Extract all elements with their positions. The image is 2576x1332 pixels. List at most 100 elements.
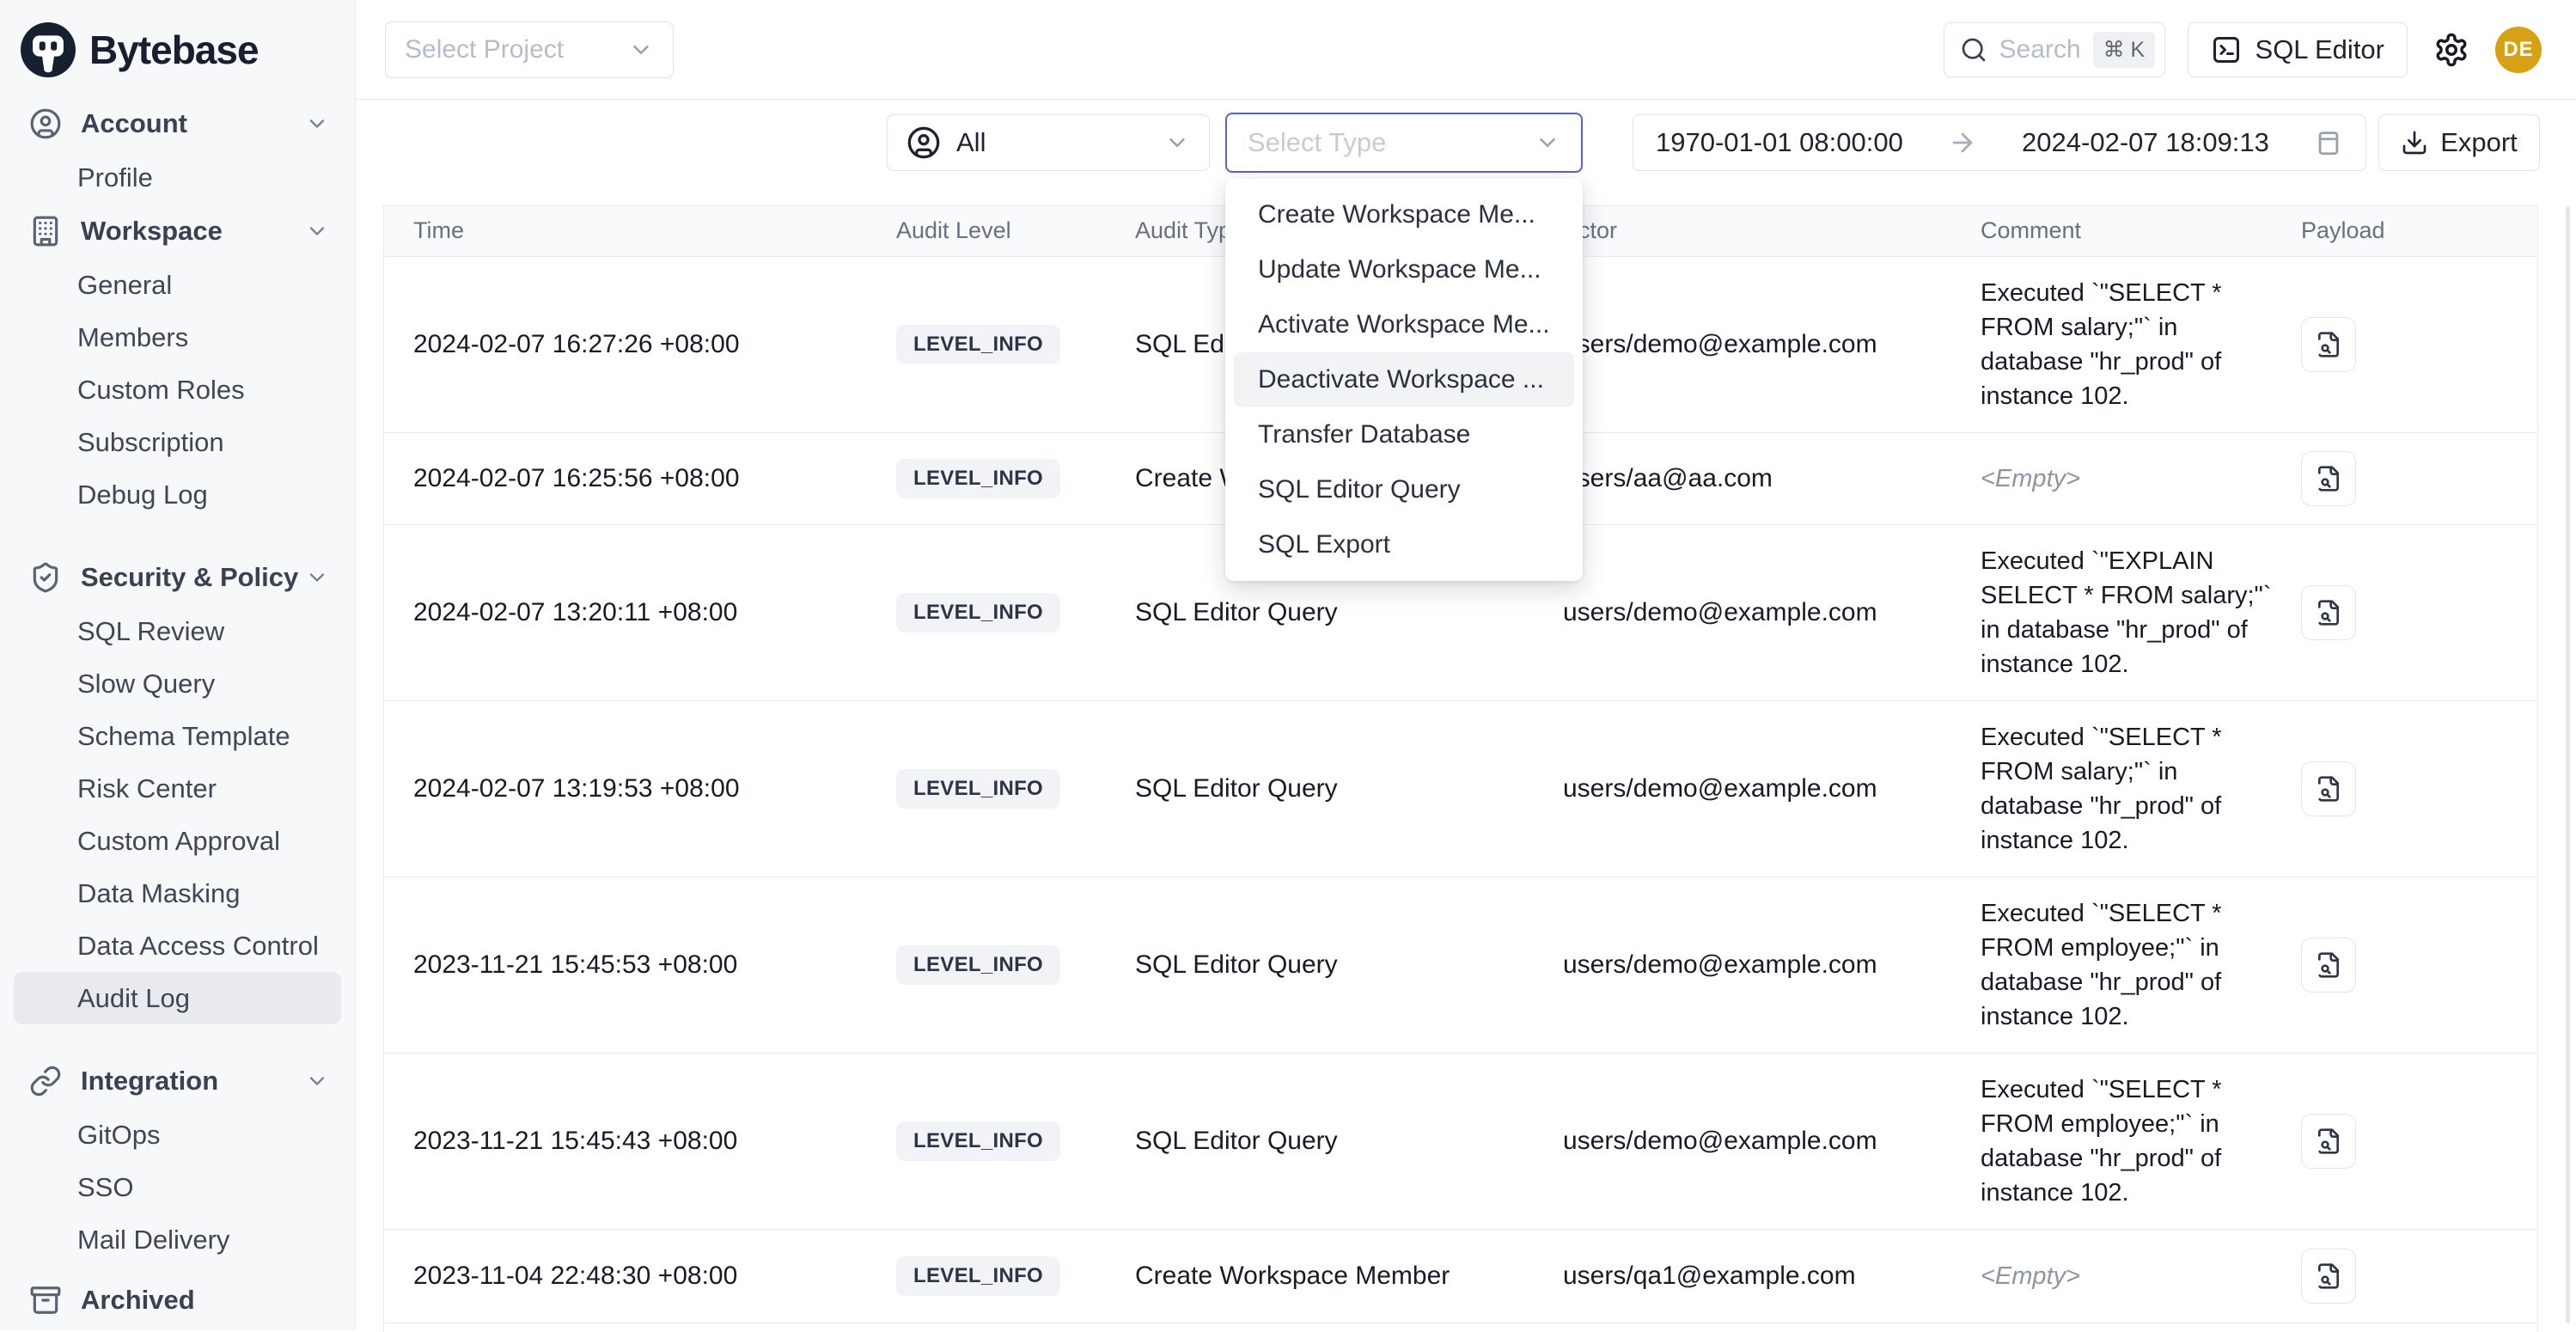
level-badge: LEVEL_INFO — [896, 325, 1060, 364]
audit-level: LEVEL_INFO — [896, 1323, 1135, 1332]
vertical-scrollbar[interactable] — [2566, 206, 2570, 1323]
table-row: 2024-02-07 13:19:53 +08:00 LEVEL_INFO SQ… — [384, 700, 2538, 877]
sidebar-item-debug-log[interactable]: Debug Log — [0, 468, 355, 521]
project-select[interactable]: Select Project — [385, 21, 674, 78]
sidebar-item-schema-template[interactable]: Schema Template — [0, 710, 355, 762]
sidebar-item-risk-center[interactable]: Risk Center — [0, 762, 355, 815]
audit-actor: users/demo@example.com — [1563, 256, 1981, 432]
audit-actor: users/demo@example.com — [1563, 700, 1981, 877]
audit-level: LEVEL_INFO — [896, 877, 1135, 1053]
sql-editor-button[interactable]: SQL Editor — [2188, 22, 2408, 77]
audit-level: LEVEL_INFO — [896, 1053, 1135, 1229]
search-icon — [1960, 36, 1987, 64]
audit-time: 2024-02-07 16:25:56 +08:00 — [384, 432, 896, 524]
audit-actor: users/demo@example.com — [1563, 524, 1981, 700]
menu-item-update-workspace-member[interactable]: Update Workspace Me... — [1225, 242, 1583, 297]
date-range-picker[interactable]: 1970-01-01 08:00:00 2024-02-07 18:09:13 — [1633, 114, 2366, 171]
chevron-down-icon — [628, 37, 654, 63]
audit-actor: users/qa1@example.com — [1563, 1229, 1981, 1323]
sidebar-item-slow-query[interactable]: Slow Query — [0, 657, 355, 710]
sidebar-item-account[interactable]: Account — [0, 96, 355, 151]
sidebar-item-integration[interactable]: Integration — [0, 1054, 355, 1109]
audit-actor: users/demo@example.com — [1563, 1053, 1981, 1229]
audit-comment: <Empty> — [1981, 1229, 2301, 1323]
brand-logo[interactable]: Bytebase — [0, 0, 355, 96]
shield-check-icon — [29, 561, 62, 594]
sidebar-item-data-masking[interactable]: Data Masking — [0, 867, 355, 920]
audit-time: 2023-11-04 21:26:34 +08:00 — [384, 1323, 896, 1332]
audit-comment: Executed `"SELECT * FROM salary;"` in da… — [1981, 700, 2301, 877]
type-filter-select[interactable]: Select Type — [1225, 113, 1583, 173]
sidebar-item-subscription[interactable]: Subscription — [0, 416, 355, 468]
sidebar-item-archived[interactable]: Archived — [0, 1273, 355, 1328]
sidebar-item-sql-review[interactable]: SQL Review — [0, 605, 355, 657]
column-header-audit-level: Audit Level — [896, 206, 1135, 256]
sidebar-item-sso[interactable]: SSO — [0, 1161, 355, 1213]
sidebar-item-workspace[interactable]: Workspace — [0, 204, 355, 259]
link-icon — [29, 1065, 62, 1097]
sidebar-item-members[interactable]: Members — [0, 311, 355, 364]
view-payload-button[interactable] — [2301, 938, 2356, 993]
level-badge: LEVEL_INFO — [896, 1121, 1060, 1161]
menu-item-sql-editor-query[interactable]: SQL Editor Query — [1225, 462, 1583, 517]
menu-item-deactivate-workspace-member[interactable]: Deactivate Workspace ... — [1234, 352, 1574, 407]
audit-type: SQL Editor Query — [1135, 700, 1563, 877]
file-search-icon — [2315, 465, 2342, 492]
chevron-down-icon — [305, 565, 329, 590]
file-search-icon — [2315, 951, 2342, 979]
sidebar-item-general[interactable]: General — [0, 259, 355, 311]
level-badge: LEVEL_INFO — [896, 945, 1060, 985]
sidebar-item-mail-delivery[interactable]: Mail Delivery — [0, 1213, 355, 1266]
audit-comment: Executed `"SELECT * FROM employee;"` in … — [1981, 1053, 2301, 1229]
sidebar-item-custom-roles[interactable]: Custom Roles — [0, 364, 355, 416]
type-filter-placeholder: Select Type — [1248, 127, 1386, 158]
audit-comment: Executed `"SELECT * FROM department;"` i… — [1981, 1323, 2301, 1332]
file-search-icon — [2315, 331, 2342, 358]
view-payload-button[interactable] — [2301, 451, 2356, 506]
menu-item-activate-workspace-member[interactable]: Activate Workspace Me... — [1225, 297, 1583, 352]
view-payload-button[interactable] — [2301, 1249, 2356, 1304]
sidebar-item-security-policy[interactable]: Security & Policy — [0, 550, 355, 605]
search-input[interactable]: Search ⌘ K — [1944, 22, 2165, 77]
audit-time: 2023-11-04 22:48:30 +08:00 — [384, 1229, 896, 1323]
audit-actor: users/demo@example.com — [1563, 877, 1981, 1053]
sidebar-item-gitops[interactable]: GitOps — [0, 1109, 355, 1161]
topbar: Select Project Search ⌘ K SQL Editor DE — [356, 0, 2576, 100]
view-payload-button[interactable] — [2301, 761, 2356, 816]
download-icon — [2401, 129, 2428, 156]
building-icon — [29, 215, 62, 247]
chevron-down-icon — [305, 219, 329, 243]
audit-comment: Executed `"SELECT * FROM salary;"` in da… — [1981, 256, 2301, 432]
user-avatar[interactable]: DE — [2495, 27, 2542, 73]
sidebar-item-audit-log[interactable]: Audit Log — [14, 972, 341, 1024]
table-row: 2023-11-04 21:26:34 +08:00 LEVEL_INFO SQ… — [384, 1323, 2538, 1332]
view-payload-button[interactable] — [2301, 585, 2356, 640]
file-search-icon — [2315, 1262, 2342, 1290]
actor-filter-value: All — [956, 127, 986, 158]
sidebar-item-profile[interactable]: Profile — [0, 151, 355, 204]
view-payload-button[interactable] — [2301, 1114, 2356, 1169]
file-search-icon — [2315, 599, 2342, 626]
search-shortcut-badge: ⌘ K — [2093, 32, 2156, 68]
arrow-right-icon — [1948, 128, 1977, 157]
level-badge: LEVEL_INFO — [896, 769, 1060, 809]
column-header-actor: Actor — [1563, 206, 1981, 256]
chevron-down-icon — [305, 112, 329, 136]
sidebar-item-custom-approval[interactable]: Custom Approval — [0, 815, 355, 867]
view-payload-button[interactable] — [2301, 317, 2356, 372]
audit-actor: users/aa@aa.com — [1563, 432, 1981, 524]
menu-item-create-workspace-member[interactable]: Create Workspace Me... — [1225, 187, 1583, 242]
menu-item-sql-export[interactable]: SQL Export — [1225, 517, 1583, 572]
menu-item-transfer-database[interactable]: Transfer Database — [1225, 407, 1583, 462]
archive-icon — [29, 1284, 62, 1317]
file-search-icon — [2315, 1127, 2342, 1155]
column-header-time: Time — [384, 206, 896, 256]
actor-filter-select[interactable]: All — [887, 114, 1210, 171]
audit-comment: Executed `"SELECT * FROM employee;"` in … — [1981, 877, 2301, 1053]
audit-actor: users/demo@example.com — [1563, 1323, 1981, 1332]
gear-icon[interactable] — [2433, 32, 2469, 68]
bytebase-logo-icon — [21, 22, 76, 77]
sidebar-item-data-access-control[interactable]: Data Access Control — [0, 920, 355, 972]
export-button[interactable]: Export — [2378, 114, 2540, 171]
search-placeholder: Search — [1999, 35, 2081, 64]
